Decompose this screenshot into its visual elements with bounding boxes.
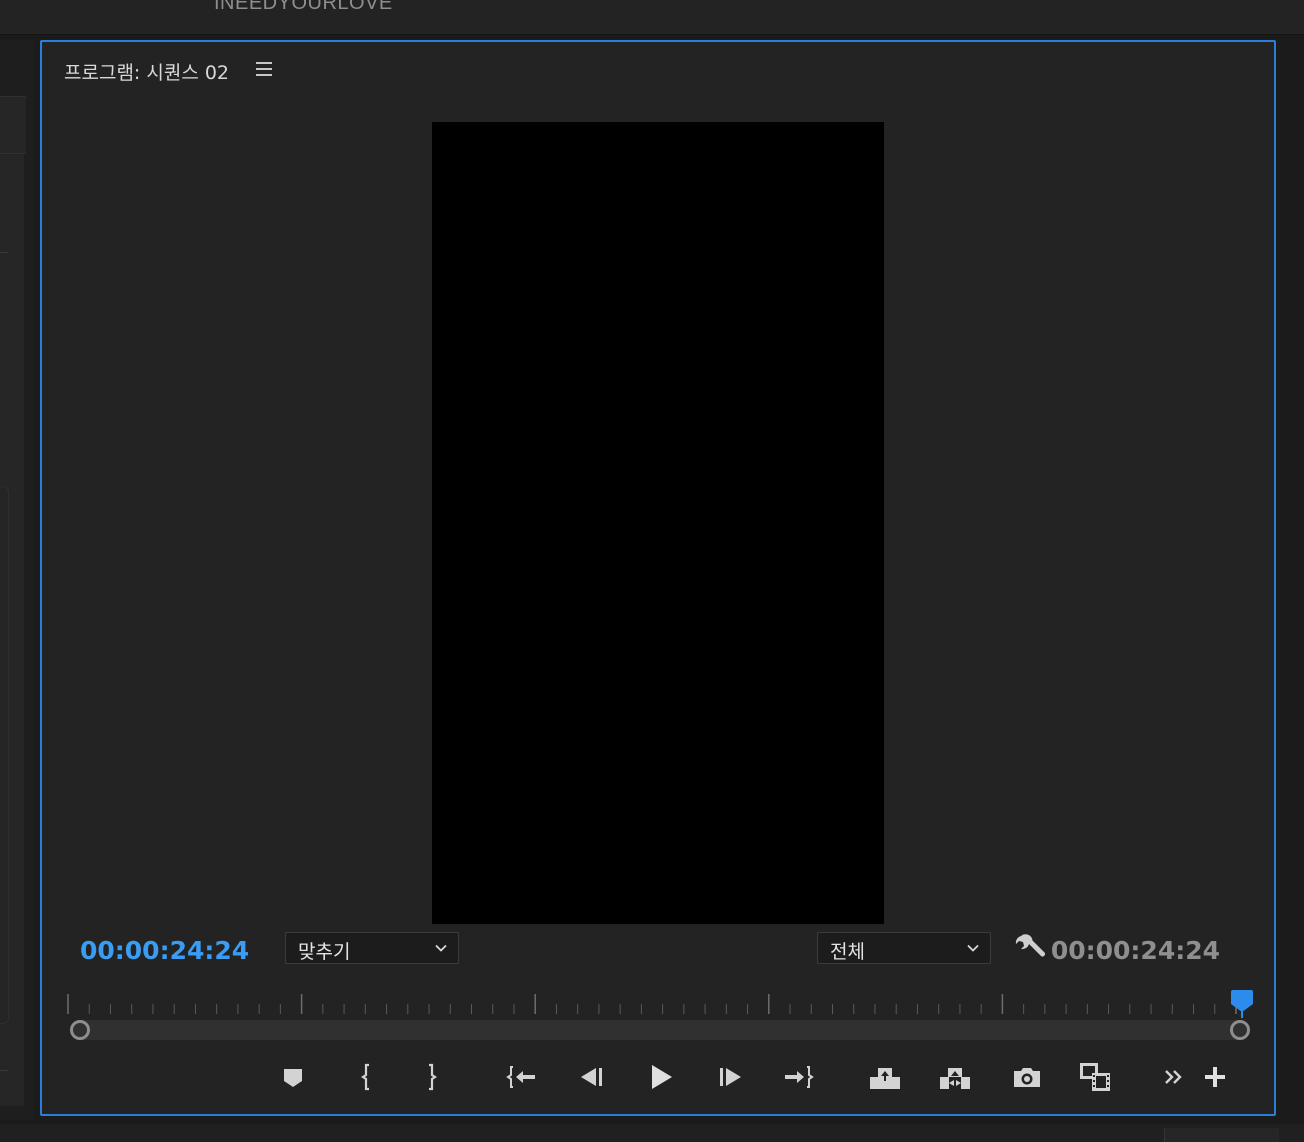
go-to-out-button[interactable]	[782, 1060, 816, 1094]
mark-out-button[interactable]	[414, 1060, 448, 1094]
duration-timecode: 00:00:24:24	[1050, 936, 1220, 965]
export-frame-button[interactable]	[1010, 1060, 1044, 1094]
panel-title[interactable]: 프로그램: 시퀀스 02	[64, 58, 229, 85]
video-preview[interactable]	[432, 122, 884, 924]
wrench-icon[interactable]	[1012, 932, 1048, 968]
playhead-icon[interactable]	[1230, 990, 1254, 1018]
current-timecode[interactable]: 00:00:24:24	[80, 936, 249, 965]
go-to-out-icon	[785, 1066, 814, 1088]
comparison-view-icon	[1080, 1063, 1110, 1091]
lift-button[interactable]	[868, 1060, 902, 1094]
hamburger-menu-icon[interactable]	[256, 62, 272, 76]
go-to-in-button[interactable]	[504, 1060, 538, 1094]
scrollbar-left-handle[interactable]	[70, 1020, 90, 1040]
play-button[interactable]	[644, 1060, 678, 1094]
left-panel-header	[0, 96, 26, 154]
left-panel-divider	[0, 1070, 8, 1071]
playback-resolution-dropdown[interactable]: 전체	[817, 932, 991, 964]
chevron-down-icon	[967, 944, 979, 952]
premiere-workspace: INEEDYOURLOVE 프로그램: 시퀀스 02 00:00:24:24 맞…	[0, 0, 1304, 1142]
step-back-icon	[581, 1068, 602, 1086]
add-marker-button[interactable]	[276, 1060, 310, 1094]
bottom-panel-segment	[1164, 1128, 1279, 1142]
mark-out-icon	[429, 1063, 437, 1091]
zoom-level-dropdown[interactable]: 맞추기	[285, 932, 459, 964]
extract-button[interactable]	[938, 1060, 972, 1094]
button-editor-button[interactable]	[1198, 1060, 1232, 1094]
time-ruler[interactable]	[66, 990, 1244, 1020]
step-forward-icon	[720, 1068, 741, 1086]
comparison-view-button[interactable]	[1078, 1060, 1112, 1094]
scrollbar-right-handle[interactable]	[1230, 1020, 1250, 1040]
previous-panel-title: INEEDYOURLOVE	[214, 0, 393, 14]
mark-in-icon	[361, 1063, 369, 1091]
zoom-level-value: 맞추기	[298, 941, 351, 963]
lift-icon	[870, 1068, 900, 1089]
go-to-in-icon	[506, 1066, 535, 1088]
bottom-panel-strip	[0, 1124, 1304, 1142]
marker-icon	[284, 1069, 302, 1087]
play-icon	[652, 1065, 672, 1089]
step-back-button[interactable]	[574, 1060, 608, 1094]
chevron-down-icon	[435, 944, 447, 952]
program-monitor-panel: 프로그램: 시퀀스 02 00:00:24:24 맞추기 전체 00:00:24…	[40, 40, 1276, 1116]
extract-icon	[940, 1068, 970, 1089]
more-controls-button[interactable]	[1158, 1060, 1192, 1094]
plus-icon	[1205, 1067, 1225, 1087]
chevrons-right-icon	[1165, 1070, 1182, 1084]
left-panel-divider	[0, 252, 8, 253]
previous-panel-strip: INEEDYOURLOVE	[0, 0, 1304, 35]
mark-in-button[interactable]	[350, 1060, 384, 1094]
left-panel-card	[0, 486, 9, 1024]
zoom-scrollbar[interactable]	[70, 1020, 1250, 1040]
step-forward-button[interactable]	[714, 1060, 748, 1094]
camera-icon	[1014, 1068, 1040, 1087]
left-panel-fragment	[0, 40, 34, 1120]
ruler-ticks	[67, 994, 1237, 1014]
playback-resolution-value: 전체	[830, 941, 865, 963]
